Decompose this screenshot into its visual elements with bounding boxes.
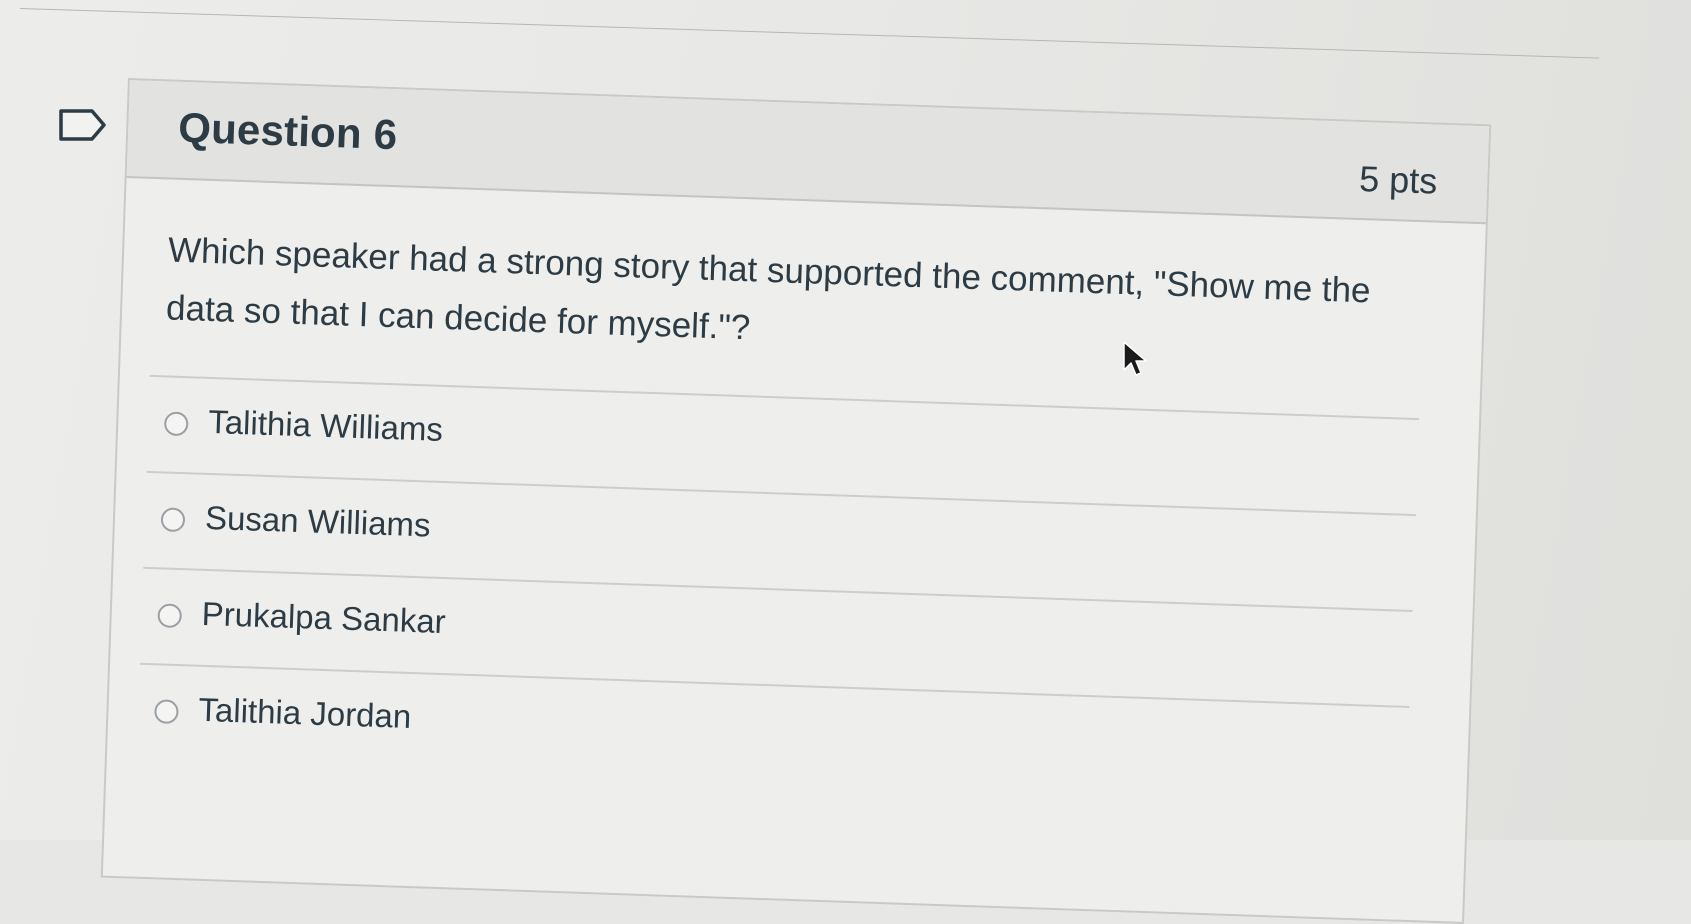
mouse-pointer-icon [1123,341,1147,376]
answer-label[interactable]: Talithia Williams [208,403,444,449]
radio-button[interactable] [160,507,186,533]
question-text: Which speaker had a strong story that su… [165,230,1372,348]
radio-button[interactable] [157,603,183,629]
flag-question-icon[interactable] [58,108,108,142]
answer-label[interactable]: Susan Williams [204,499,431,545]
question-points: 5 pts [1358,157,1438,202]
answer-list: Talithia Williams Susan Williams Prukalp… [136,374,1420,802]
radio-button[interactable] [163,411,189,437]
question-card: Question 6 5 pts Which speaker had a str… [100,78,1492,924]
answer-label[interactable]: Talithia Jordan [198,691,412,736]
question-title: Question 6 [177,103,399,159]
radio-button[interactable] [154,699,179,725]
answer-label[interactable]: Prukalpa Sankar [201,595,446,641]
